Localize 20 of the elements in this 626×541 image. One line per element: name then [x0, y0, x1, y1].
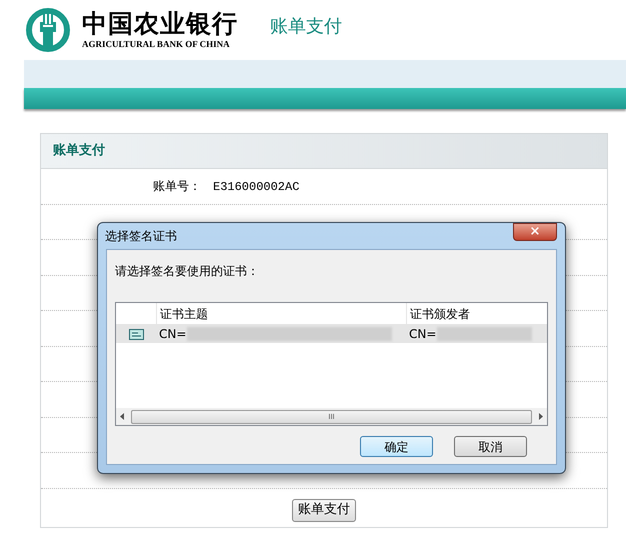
bank-logo-icon: [26, 8, 70, 52]
bank-name-english: AGRICULTURAL BANK OF CHINA: [82, 38, 231, 50]
scroll-right-icon[interactable]: [538, 413, 543, 420]
dialog-title: 选择签名证书: [105, 228, 177, 245]
column-header[interactable]: 证书主题: [156, 303, 406, 324]
scroll-left-icon[interactable]: [120, 413, 125, 420]
certificate-issuer: CN=: [409, 326, 436, 343]
cancel-button[interactable]: 取消: [454, 436, 527, 457]
certificate-icon: [128, 328, 144, 340]
certificate-row[interactable]: CN= CN=: [116, 325, 547, 343]
bank-name: 中国农业银行: [82, 10, 238, 38]
page-title: 账单支付: [270, 14, 342, 38]
certificate-subject: CN=: [159, 326, 186, 343]
confirm-button[interactable]: 确定: [360, 436, 433, 457]
column-header[interactable]: 证书颁发者: [406, 303, 547, 324]
field-value: E316000002AC: [213, 180, 300, 194]
pay-button[interactable]: 账单支付: [292, 498, 356, 522]
field-label: 账单号：: [153, 179, 201, 194]
panel-title: 账单支付: [53, 142, 105, 160]
dialog-prompt: 请选择签名要使用的证书：: [115, 263, 260, 280]
